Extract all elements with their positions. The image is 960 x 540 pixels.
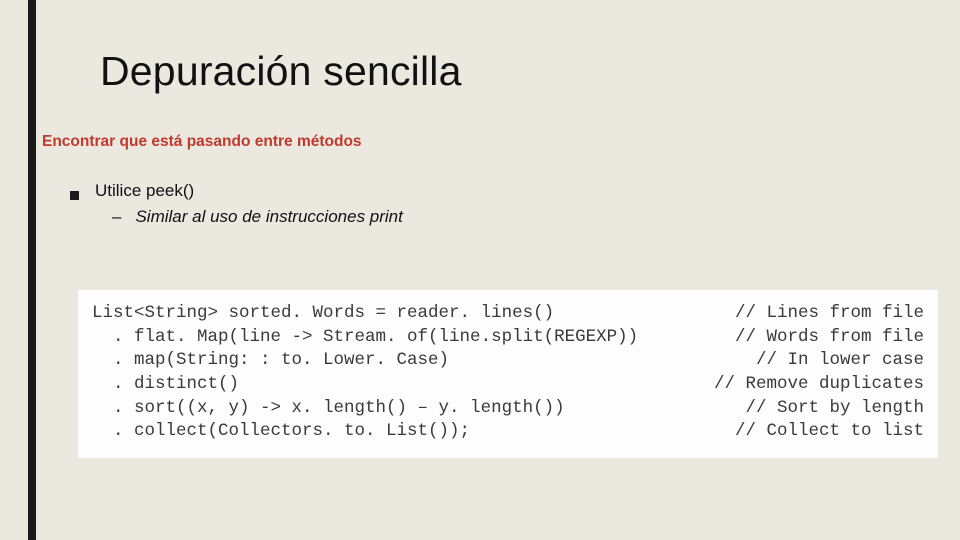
code-line: . distinct() // Remove duplicates [92, 373, 924, 397]
code-line: . sort((x, y) -> x. length() – y. length… [92, 397, 924, 421]
code-text: . distinct() [92, 373, 239, 397]
code-text: List<String> sorted. Words = reader. lin… [92, 302, 554, 326]
bullet-item: Utilice peek() [70, 181, 930, 201]
code-text: . flat. Map(line -> Stream. of(line.spli… [92, 326, 638, 350]
bullet-list: Utilice peek() – Similar al uso de instr… [70, 181, 930, 227]
sub-bullet-item: – Similar al uso de instrucciones print [112, 207, 930, 227]
code-comment: // Collect to list [735, 420, 924, 444]
slide-body: Depuración sencilla Encontrar que está p… [36, 0, 960, 540]
square-bullet-icon [70, 191, 79, 200]
bullet-text: Utilice peek() [95, 181, 194, 201]
slide-title: Depuración sencilla [100, 48, 930, 95]
code-line: . map(String: : to. Lower. Case) // In l… [92, 349, 924, 373]
code-line: . flat. Map(line -> Stream. of(line.spli… [92, 326, 924, 350]
code-text: . collect(Collectors. to. List()); [92, 420, 470, 444]
dash-icon: – [112, 207, 121, 227]
code-text: . sort((x, y) -> x. length() – y. length… [92, 397, 565, 421]
code-line: List<String> sorted. Words = reader. lin… [92, 302, 924, 326]
code-comment: // Remove duplicates [714, 373, 924, 397]
accent-bar [28, 0, 36, 540]
code-text: . map(String: : to. Lower. Case) [92, 349, 449, 373]
slide-subtitle: Encontrar que está pasando entre métodos [42, 133, 930, 151]
code-comment: // In lower case [756, 349, 924, 373]
code-comment: // Lines from file [735, 302, 924, 326]
code-block: List<String> sorted. Words = reader. lin… [78, 290, 938, 458]
sub-bullet-text: Similar al uso de instrucciones print [135, 207, 402, 227]
code-comment: // Words from file [735, 326, 924, 350]
code-comment: // Sort by length [745, 397, 924, 421]
code-line: . collect(Collectors. to. List()); // Co… [92, 420, 924, 444]
